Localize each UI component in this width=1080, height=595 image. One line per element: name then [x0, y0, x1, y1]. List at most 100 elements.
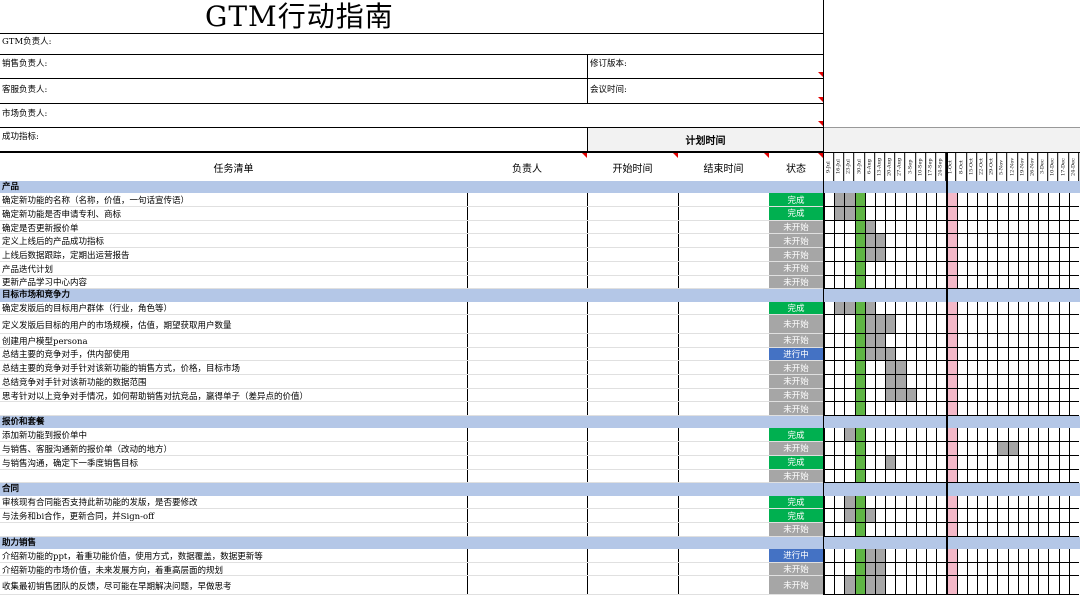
task-row-label[interactable] [0, 402, 467, 416]
status-badge[interactable]: 完成 [769, 455, 823, 470]
status-badge[interactable]: 未开始 [769, 315, 823, 334]
gantt-cell[interactable] [926, 522, 937, 537]
gantt-cell[interactable] [1007, 261, 1018, 276]
gantt-cell[interactable] [977, 562, 988, 577]
gantt-cell[interactable] [1007, 469, 1018, 484]
gantt-cell[interactable] [824, 495, 835, 510]
gantt-cell[interactable] [1038, 361, 1049, 375]
gantt-cell[interactable] [1038, 562, 1049, 577]
gantt-cell[interactable] [864, 261, 875, 276]
gantt-cell[interactable] [844, 562, 855, 577]
gantt-cell[interactable] [966, 333, 977, 348]
gantt-cell[interactable] [854, 402, 865, 417]
gantt-cell[interactable] [834, 234, 845, 249]
gantt-cell[interactable] [1068, 562, 1079, 577]
gantt-cell[interactable] [895, 301, 906, 316]
gantt-cell[interactable] [997, 522, 1008, 537]
gantt-cell[interactable] [1068, 495, 1079, 510]
gantt-cell[interactable] [1058, 562, 1069, 577]
gantt-cell[interactable] [824, 333, 835, 348]
gantt-cell[interactable] [956, 442, 967, 456]
gantt-cell[interactable] [1058, 549, 1069, 563]
gantt-cell[interactable] [895, 361, 906, 375]
gantt-cell[interactable] [875, 549, 886, 563]
gantt-cell[interactable] [936, 347, 947, 362]
gantt-cell[interactable] [844, 315, 855, 334]
gantt-cell[interactable] [956, 220, 967, 235]
gantt-cell[interactable] [895, 509, 906, 523]
gantt-cell[interactable] [875, 562, 886, 577]
gantt-cell[interactable] [895, 220, 906, 235]
gantt-cell[interactable] [936, 248, 947, 262]
gantt-cell[interactable] [1017, 509, 1028, 523]
gantt-cell[interactable] [987, 220, 998, 235]
gantt-cell[interactable] [966, 193, 977, 208]
gantt-cell[interactable] [885, 333, 896, 348]
gantt-cell[interactable] [936, 207, 947, 221]
gantt-cell[interactable] [966, 469, 977, 484]
gantt-cell[interactable] [936, 275, 947, 290]
gantt-cell[interactable] [895, 469, 906, 484]
date-column-header[interactable]: 24-Dec [1068, 153, 1079, 181]
gantt-cell[interactable] [834, 442, 845, 456]
gantt-cell[interactable] [1068, 220, 1079, 235]
gantt-cell[interactable] [905, 428, 916, 443]
gantt-cell[interactable] [1058, 261, 1069, 276]
gantt-cell[interactable] [844, 193, 855, 208]
gantt-cell[interactable] [936, 374, 947, 389]
gantt-cell[interactable] [1068, 315, 1079, 334]
status-badge[interactable]: 未开始 [769, 248, 823, 262]
gantt-cell[interactable] [915, 522, 926, 537]
gantt-cell[interactable] [854, 562, 865, 577]
gantt-cell[interactable] [1038, 374, 1049, 389]
gantt-cell[interactable] [905, 509, 916, 523]
gantt-cell[interactable] [987, 428, 998, 443]
status-badge[interactable]: 未开始 [769, 469, 823, 484]
gantt-cell[interactable] [1028, 428, 1039, 443]
gantt-cell[interactable] [824, 193, 835, 208]
gantt-cell[interactable] [956, 388, 967, 403]
task-row-label[interactable]: 确定新功能是否申请专利、商标 [0, 207, 467, 221]
gantt-cell[interactable] [987, 509, 998, 523]
gantt-cell[interactable] [1068, 193, 1079, 208]
gantt-cell[interactable] [936, 562, 947, 577]
gantt-cell[interactable] [875, 388, 886, 403]
gantt-cell[interactable] [834, 402, 845, 417]
gantt-cell[interactable] [885, 220, 896, 235]
gantt-cell[interactable] [926, 248, 937, 262]
gantt-cell[interactable] [834, 388, 845, 403]
gantt-cell[interactable] [824, 374, 835, 389]
gantt-cell[interactable] [1068, 522, 1079, 537]
gantt-cell[interactable] [977, 455, 988, 470]
gantt-cell[interactable] [895, 455, 906, 470]
gantt-cell[interactable] [1007, 361, 1018, 375]
gantt-cell[interactable] [885, 234, 896, 249]
gantt-cell[interactable] [824, 234, 835, 249]
gantt-cell[interactable] [864, 388, 875, 403]
gantt-cell[interactable] [966, 275, 977, 290]
gantt-cell[interactable] [966, 374, 977, 389]
status-badge[interactable]: 完成 [769, 301, 823, 316]
gantt-cell[interactable] [1028, 207, 1039, 221]
task-row-label[interactable]: 更新产品学习中心内容 [0, 276, 467, 290]
gantt-cell[interactable] [997, 402, 1008, 417]
gantt-cell[interactable] [977, 315, 988, 334]
gantt-cell[interactable] [956, 469, 967, 484]
gantt-cell[interactable] [905, 442, 916, 456]
gantt-cell[interactable] [824, 361, 835, 375]
gantt-cell[interactable] [905, 402, 916, 417]
gantt-cell[interactable] [936, 193, 947, 208]
task-row-label[interactable]: 定义发版后目标的用户的市场规模，估值，期望获取用户数量 [0, 315, 467, 334]
gantt-cell[interactable] [987, 301, 998, 316]
gantt-cell[interactable] [844, 248, 855, 262]
gantt-cell[interactable] [1017, 275, 1028, 290]
gantt-cell[interactable] [895, 402, 906, 417]
gantt-cell[interactable] [966, 248, 977, 262]
date-column-header[interactable]: 27-Aug [895, 153, 906, 181]
gantt-cell[interactable] [1038, 193, 1049, 208]
gantt-cell[interactable] [1007, 374, 1018, 389]
gantt-cell[interactable] [936, 576, 947, 595]
gantt-cell[interactable] [1028, 509, 1039, 523]
gantt-cell[interactable] [1028, 333, 1039, 348]
gantt-cell[interactable] [1038, 301, 1049, 316]
